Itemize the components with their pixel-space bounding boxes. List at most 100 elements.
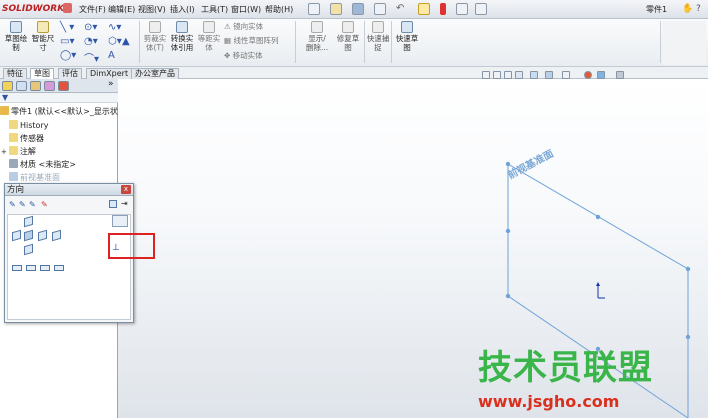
reset-views-icon[interactable]: ✎ (29, 200, 36, 209)
smart-dimension-button[interactable]: 智能尺 寸 (30, 21, 56, 52)
zoom-to-area-icon[interactable] (493, 71, 501, 79)
plane-handle[interactable] (505, 161, 511, 167)
tree-item-annotations[interactable]: + 注解 (1, 146, 36, 158)
repair-sketch-icon (342, 21, 354, 33)
two-view-vertical-icon[interactable] (40, 265, 50, 271)
update-view-icon[interactable]: ✎ (19, 200, 26, 209)
hide-show-items-icon[interactable] (562, 71, 570, 79)
repair-sketch-button[interactable]: 修复草 图 (334, 21, 362, 52)
file-properties-icon[interactable] (456, 3, 468, 15)
new-view-icon[interactable]: ✎ (9, 200, 16, 209)
dimxpert-manager-icon[interactable] (44, 81, 55, 91)
display-manager-icon[interactable] (58, 81, 69, 91)
menu-tools[interactable]: 工具(T) (198, 3, 231, 16)
circle-icon[interactable]: ⊙▾ (84, 22, 97, 33)
separator (364, 21, 365, 63)
view-top-icon[interactable] (24, 215, 33, 228)
plane-handle[interactable] (505, 293, 511, 299)
material-icon (9, 159, 18, 168)
expand-panel-icon[interactable]: » (108, 79, 114, 89)
select-icon[interactable] (418, 3, 430, 15)
undo-icon[interactable]: ↶ (396, 3, 408, 15)
view-front-icon[interactable] (24, 229, 33, 242)
rectangle-icon[interactable]: ▭▾ (60, 36, 74, 47)
four-view-icon[interactable] (54, 265, 64, 271)
polygon-icon[interactable]: ⬡▾ (108, 36, 122, 47)
open-icon[interactable] (330, 3, 342, 15)
display-style-icon[interactable] (545, 71, 553, 79)
tree-item-material[interactable]: 材质 <未指定> (9, 159, 76, 171)
rapid-sketch-button[interactable]: 快速草 图 (394, 21, 420, 52)
filter-icon[interactable]: ▼ (2, 93, 8, 103)
plane-icon[interactable]: ▲ (122, 36, 130, 47)
linear-pattern-button[interactable]: ▦ 线性草图阵列 (224, 36, 278, 46)
sketch-button[interactable]: 草图绘 制 (3, 21, 29, 52)
tree-item-history[interactable]: History (9, 120, 48, 132)
watermark-text: 技术员联盟 (478, 348, 653, 388)
view-bottom-icon[interactable] (24, 243, 33, 256)
property-manager-icon[interactable] (16, 81, 27, 91)
expand-icon[interactable]: + (1, 148, 7, 156)
view-cube-icon[interactable] (109, 200, 117, 208)
rebuild-icon[interactable] (440, 3, 446, 15)
zoom-to-fit-icon[interactable] (482, 71, 490, 79)
display-delete-relations-button[interactable]: 显示/ 删除... (300, 21, 334, 52)
spline-icon[interactable]: ∿▾ (108, 22, 121, 33)
offset-button[interactable]: 等距实 体 (196, 21, 222, 52)
menu-file[interactable]: 文件(F) (76, 3, 109, 16)
plane-handle[interactable] (595, 214, 601, 220)
close-icon[interactable]: x (121, 185, 131, 194)
view-back-icon[interactable] (52, 229, 61, 242)
menu-window[interactable]: 窗口(W) (228, 3, 264, 16)
line-icon[interactable]: ╲ ▾ (60, 22, 74, 33)
panel-tabs: » (0, 79, 118, 93)
slot-icon[interactable]: ◯▾ (60, 50, 76, 61)
mirror-entities-button[interactable]: ⚠ 镜向实体 (224, 22, 263, 32)
view-right-icon[interactable] (38, 229, 47, 242)
configuration-manager-icon[interactable] (30, 81, 41, 91)
tab-dimxpert[interactable]: DimXpert (86, 68, 133, 79)
options-icon[interactable] (475, 3, 487, 15)
view-orientation-icon[interactable] (530, 71, 538, 79)
convert-entities-button[interactable]: 转换实 体引用 (169, 21, 195, 52)
help-icon[interactable]: ? (696, 3, 708, 15)
tab-features[interactable]: 特征 (3, 68, 27, 79)
view-selector-icon[interactable]: ✎ (41, 200, 48, 209)
view-left-icon[interactable] (12, 229, 21, 242)
quick-snap-button[interactable]: 快速捕 捉 (366, 21, 390, 52)
part-icon (0, 106, 9, 115)
arc-icon[interactable]: ◔▾ (84, 36, 98, 47)
text-icon[interactable]: A (108, 50, 115, 61)
apply-scene-icon[interactable] (597, 71, 605, 79)
plane-handle[interactable] (685, 266, 691, 272)
view-dropdown-icon[interactable] (112, 215, 128, 227)
new-icon[interactable] (308, 3, 320, 15)
move-entities-button[interactable]: ✥ 移动实体 (224, 51, 263, 61)
feature-manager-icon[interactable] (2, 81, 13, 91)
print-icon[interactable] (374, 3, 386, 15)
tree-item-part[interactable]: 零件1 (默认<<默认>_显示状 (0, 106, 118, 118)
plane-handle[interactable] (505, 228, 511, 234)
view-settings-icon[interactable] (616, 71, 624, 79)
menu-help[interactable]: 帮助(H) (262, 3, 296, 16)
search-commands-icon[interactable]: ✋ (682, 3, 694, 15)
save-icon[interactable] (352, 3, 364, 15)
trim-button[interactable]: 剪裁实 体(T) (142, 21, 168, 52)
previous-view-icon[interactable] (504, 71, 512, 79)
convert-entities-label: 转换实 体引用 (170, 34, 194, 52)
tab-office-products[interactable]: 办公室产品 (131, 68, 179, 79)
section-view-icon[interactable] (515, 71, 523, 79)
menu-view[interactable]: 视图(V) (135, 3, 169, 16)
two-view-horizontal-icon[interactable] (26, 265, 36, 271)
fillet-icon[interactable]: ⌒▾ (84, 50, 99, 65)
menu-insert[interactable]: 插入(I) (167, 3, 198, 16)
tab-evaluate[interactable]: 评估 (58, 68, 82, 79)
plane-handle[interactable] (685, 334, 691, 340)
pin-icon[interactable]: ⇥ (121, 199, 128, 208)
tab-sketch[interactable]: 草图 (30, 68, 54, 79)
tree-item-sensors[interactable]: 传感器 (9, 133, 44, 145)
edit-appearance-icon[interactable] (584, 71, 592, 79)
menu-edit[interactable]: 编辑(E) (105, 3, 138, 16)
logo-arrow-icon[interactable] (63, 3, 72, 13)
single-view-icon[interactable] (12, 265, 22, 271)
